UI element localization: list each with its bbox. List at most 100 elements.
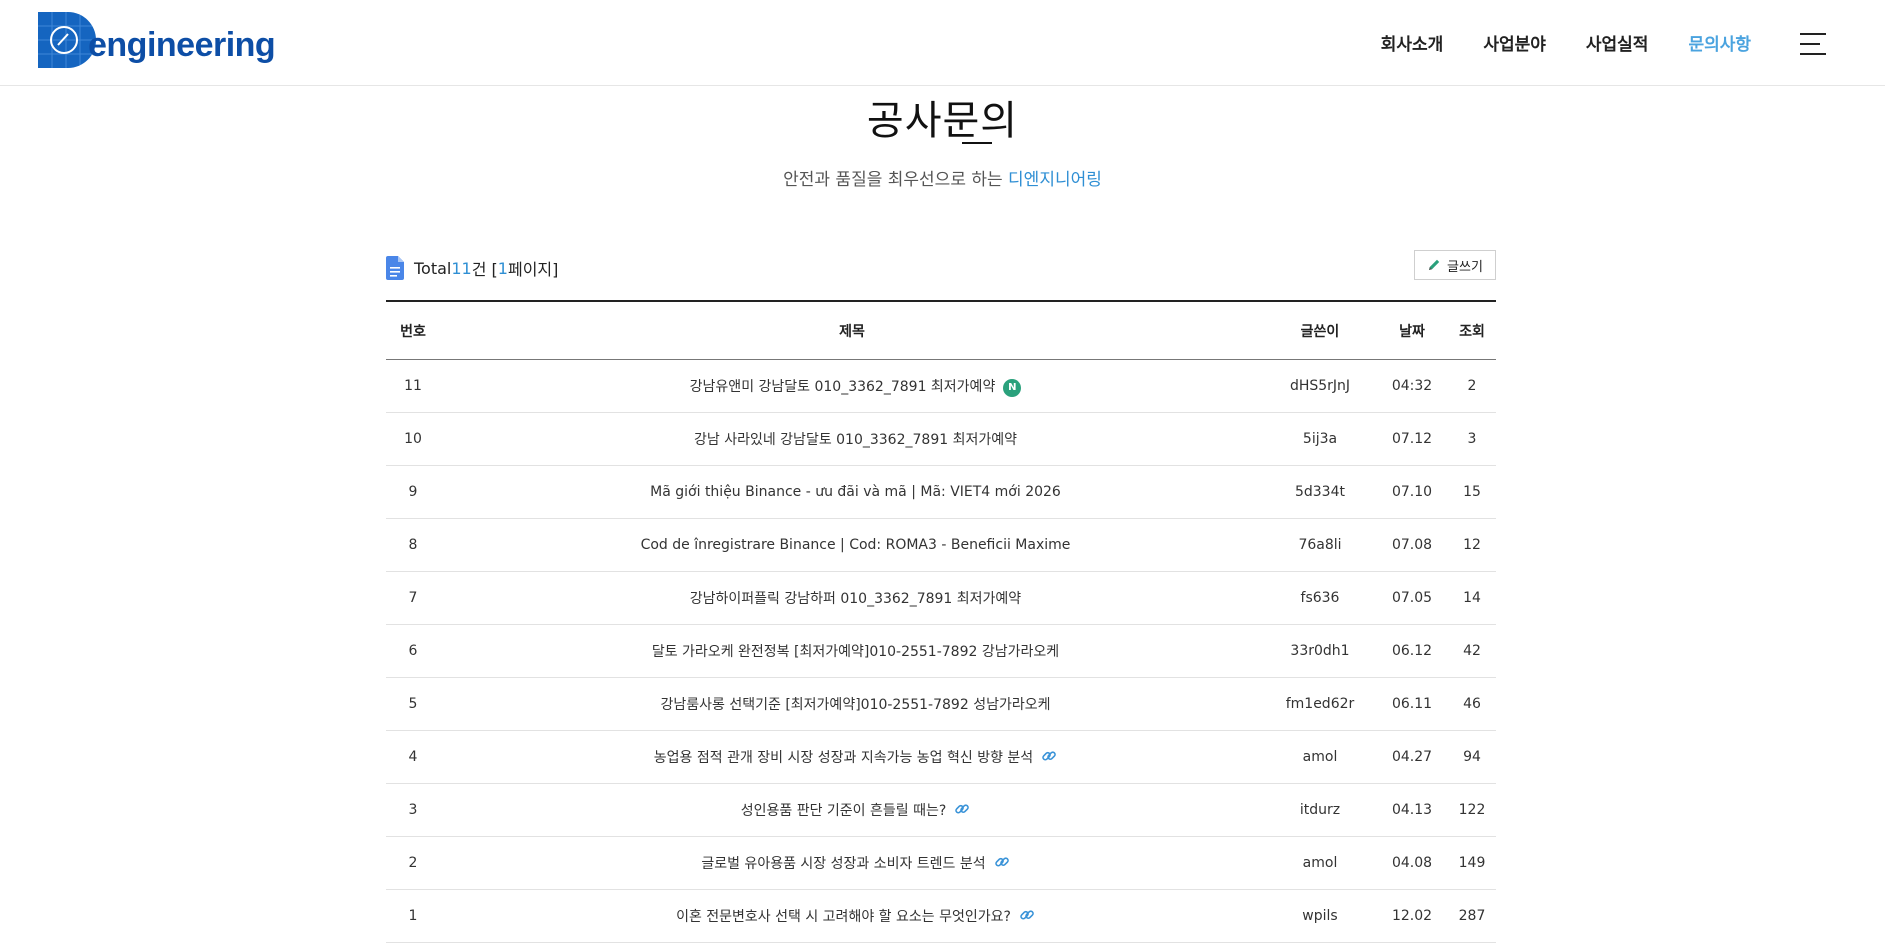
- col-hits: 조회: [1448, 301, 1496, 360]
- row-hits: 12: [1448, 518, 1496, 572]
- row-writer: fs636: [1264, 571, 1376, 625]
- row-writer: 33r0dh1: [1264, 624, 1376, 678]
- row-number: 4: [386, 730, 440, 784]
- row-hits: 287: [1448, 889, 1496, 943]
- table-row[interactable]: 2 글로벌 유아용품 시장 성장과 소비자 트렌드 분석 amol 04.08 149: [386, 836, 1496, 890]
- row-hits: 3: [1448, 412, 1496, 466]
- table-row[interactable]: 9 Mã giới thiệu Binance - ưu đãi và mã | …: [386, 465, 1496, 519]
- row-writer: fm1ed62r: [1264, 677, 1376, 731]
- row-writer: 5d334t: [1264, 465, 1376, 519]
- col-num: 번호: [386, 301, 440, 360]
- nav-item-business[interactable]: 사업분야: [1483, 30, 1546, 55]
- pencil-icon: [1429, 259, 1440, 270]
- row-subject-link[interactable]: Mã giới thiệu Binance - ưu đãi và mã | M…: [650, 484, 1061, 500]
- row-number: 3: [386, 783, 440, 837]
- row-date: 07.08: [1376, 518, 1448, 572]
- row-subject-link[interactable]: 강남유앤미 강남달토 010_3362_7891 최저가예약: [690, 379, 996, 395]
- new-badge-icon: N: [1003, 378, 1022, 397]
- page-title: 공사문의: [866, 98, 1019, 144]
- row-subject-link[interactable]: 이혼 전문변호사 선택 시 고려해야 할 요소는 무엇인가요?: [676, 909, 1011, 925]
- row-number: 8: [386, 518, 440, 572]
- row-number: 10: [386, 412, 440, 466]
- row-date: 04.13: [1376, 783, 1448, 837]
- post-table: 번호 제목 글쓴이 날짜 조회 11 강남유앤미 강남달토 010_3362_78…: [386, 300, 1496, 943]
- logo[interactable]: engineering: [38, 12, 288, 70]
- row-hits: 94: [1448, 730, 1496, 784]
- write-button-label: 글쓰기: [1447, 259, 1483, 275]
- row-date: 04:32: [1376, 359, 1448, 413]
- row-number: 7: [386, 571, 440, 625]
- row-number: 11: [386, 359, 440, 413]
- nav-item-inquiry[interactable]: 문의사항: [1688, 30, 1751, 55]
- site-header: engineering 회사소개 사업분야 사업실적 문의사항: [0, 0, 1885, 86]
- row-hits: 149: [1448, 836, 1496, 890]
- row-subject-link[interactable]: 글로벌 유아용품 시장 성장과 소비자 트렌드 분석: [701, 856, 985, 872]
- table-row[interactable]: 11 강남유앤미 강남달토 010_3362_7891 최저가예약 NdHS5rJn…: [386, 359, 1496, 413]
- row-writer: 5ij3a: [1264, 412, 1376, 466]
- row-writer: amol: [1264, 836, 1376, 890]
- row-subject-link[interactable]: 강남 사라있네 강남달토 010_3362_7891 최저가예약: [694, 432, 1017, 448]
- total-label: Total: [414, 258, 452, 278]
- total-number: 11: [451, 258, 472, 278]
- row-subject-cell[interactable]: 농업용 점적 관개 장비 시장 성장과 지속가능 농업 혁신 방향 분석: [440, 730, 1264, 784]
- hamburger-menu-icon[interactable]: [1800, 33, 1826, 55]
- row-hits: 15: [1448, 465, 1496, 519]
- row-subject-cell[interactable]: 강남룸사롱 선택기준 [최저가예약]010-2551-7892 성남가라오케: [440, 677, 1264, 731]
- table-header-row: 번호 제목 글쓴이 날짜 조회: [386, 301, 1496, 360]
- table-row[interactable]: 5 강남룸사롱 선택기준 [최저가예약]010-2551-7892 성남가라오케 f…: [386, 677, 1496, 731]
- row-writer: amol: [1264, 730, 1376, 784]
- row-date: 06.12: [1376, 624, 1448, 678]
- table-row[interactable]: 6 달토 가라오케 완전정복 [최저가예약]010-2551-7892 강남가라오…: [386, 624, 1496, 678]
- write-button[interactable]: 글쓰기: [1414, 250, 1496, 280]
- table-row[interactable]: 4 농업용 점적 관개 장비 시장 성장과 지속가능 농업 혁신 방향 분석 amo…: [386, 730, 1496, 784]
- row-writer: 76a8li: [1264, 518, 1376, 572]
- row-subject-link[interactable]: 강남룸사롱 선택기준 [최저가예약]010-2551-7892 성남가라오케: [661, 697, 1051, 713]
- subtitle-text: 안전과 품질을 최우선으로 하는: [783, 170, 1009, 190]
- link-icon: [1020, 910, 1034, 920]
- table-row[interactable]: 7 강남하이퍼플릭 강남하퍼 010_3362_7891 최저가예약 fs636 07…: [386, 571, 1496, 625]
- row-hits: 2: [1448, 359, 1496, 413]
- row-subject-cell[interactable]: 강남유앤미 강남달토 010_3362_7891 최저가예약 N: [440, 359, 1264, 413]
- row-subject-cell[interactable]: 성인용품 판단 기준이 흔들릴 때는?: [440, 783, 1264, 837]
- nav-item-company[interactable]: 회사소개: [1381, 30, 1444, 55]
- row-writer: itdurz: [1264, 783, 1376, 837]
- nav-item-projects[interactable]: 사업실적: [1586, 30, 1649, 55]
- col-date: 날짜: [1376, 301, 1448, 360]
- row-date: 07.10: [1376, 465, 1448, 519]
- document-icon: [386, 256, 404, 280]
- row-subject-cell[interactable]: 글로벌 유아용품 시장 성장과 소비자 트렌드 분석: [440, 836, 1264, 890]
- row-subject-cell[interactable]: Mã giới thiệu Binance - ưu đãi và mã | M…: [440, 465, 1264, 519]
- row-subject-cell[interactable]: 강남하이퍼플릭 강남하퍼 010_3362_7891 최저가예약: [440, 571, 1264, 625]
- main-nav: 회사소개 사업분야 사업실적 문의사항: [1341, 30, 1751, 55]
- row-subject-cell[interactable]: 달토 가라오케 완전정복 [최저가예약]010-2551-7892 강남가라오케: [440, 624, 1264, 678]
- row-subject-link[interactable]: Cod de înregistrare Binance | Cod: ROMA3…: [641, 537, 1071, 553]
- row-hits: 122: [1448, 783, 1496, 837]
- total-unit: 건 [: [471, 260, 498, 279]
- title-underline: [962, 142, 992, 144]
- row-subject-link[interactable]: 달토 가라오케 완전정복 [최저가예약]010-2551-7892 강남가라오케: [652, 644, 1059, 660]
- table-row[interactable]: 1 이혼 전문변호사 선택 시 고려해야 할 요소는 무엇인가요? wpils 12.…: [386, 889, 1496, 943]
- row-subject-link[interactable]: 성인용품 판단 기준이 흔들릴 때는?: [741, 803, 947, 819]
- row-number: 9: [386, 465, 440, 519]
- logo-text: engineering: [88, 26, 276, 64]
- total-count: Total 11 건 [1 페이지]: [386, 256, 558, 280]
- row-date: 07.05: [1376, 571, 1448, 625]
- row-date: 12.02: [1376, 889, 1448, 943]
- col-writer: 글쓴이: [1264, 301, 1376, 360]
- table-row[interactable]: 10 강남 사라있네 강남달토 010_3362_7891 최저가예약 5ij3a 0…: [386, 412, 1496, 466]
- row-subject-cell[interactable]: Cod de înregistrare Binance | Cod: ROMA3…: [440, 518, 1264, 572]
- row-subject-link[interactable]: 농업용 점적 관개 장비 시장 성장과 지속가능 농업 혁신 방향 분석: [654, 750, 1033, 766]
- col-subject: 제목: [440, 301, 1264, 360]
- row-date: 04.27: [1376, 730, 1448, 784]
- row-hits: 14: [1448, 571, 1496, 625]
- row-subject-link[interactable]: 강남하이퍼플릭 강남하퍼 010_3362_7891 최저가예약: [690, 591, 1021, 607]
- row-subject-cell[interactable]: 강남 사라있네 강남달토 010_3362_7891 최저가예약: [440, 412, 1264, 466]
- row-subject-cell[interactable]: 이혼 전문변호사 선택 시 고려해야 할 요소는 무엇인가요?: [440, 889, 1264, 943]
- row-number: 5: [386, 677, 440, 731]
- table-row[interactable]: 8 Cod de înregistrare Binance | Cod: ROMA…: [386, 518, 1496, 572]
- row-writer: wpils: [1264, 889, 1376, 943]
- page-subtitle: 안전과 품질을 최우선으로 하는 디엔지니어링: [0, 165, 1885, 190]
- row-hits: 42: [1448, 624, 1496, 678]
- subtitle-brand: 디엔지니어링: [1008, 170, 1102, 190]
- table-row[interactable]: 3 성인용품 판단 기준이 흔들릴 때는? itdurz 04.13 122: [386, 783, 1496, 837]
